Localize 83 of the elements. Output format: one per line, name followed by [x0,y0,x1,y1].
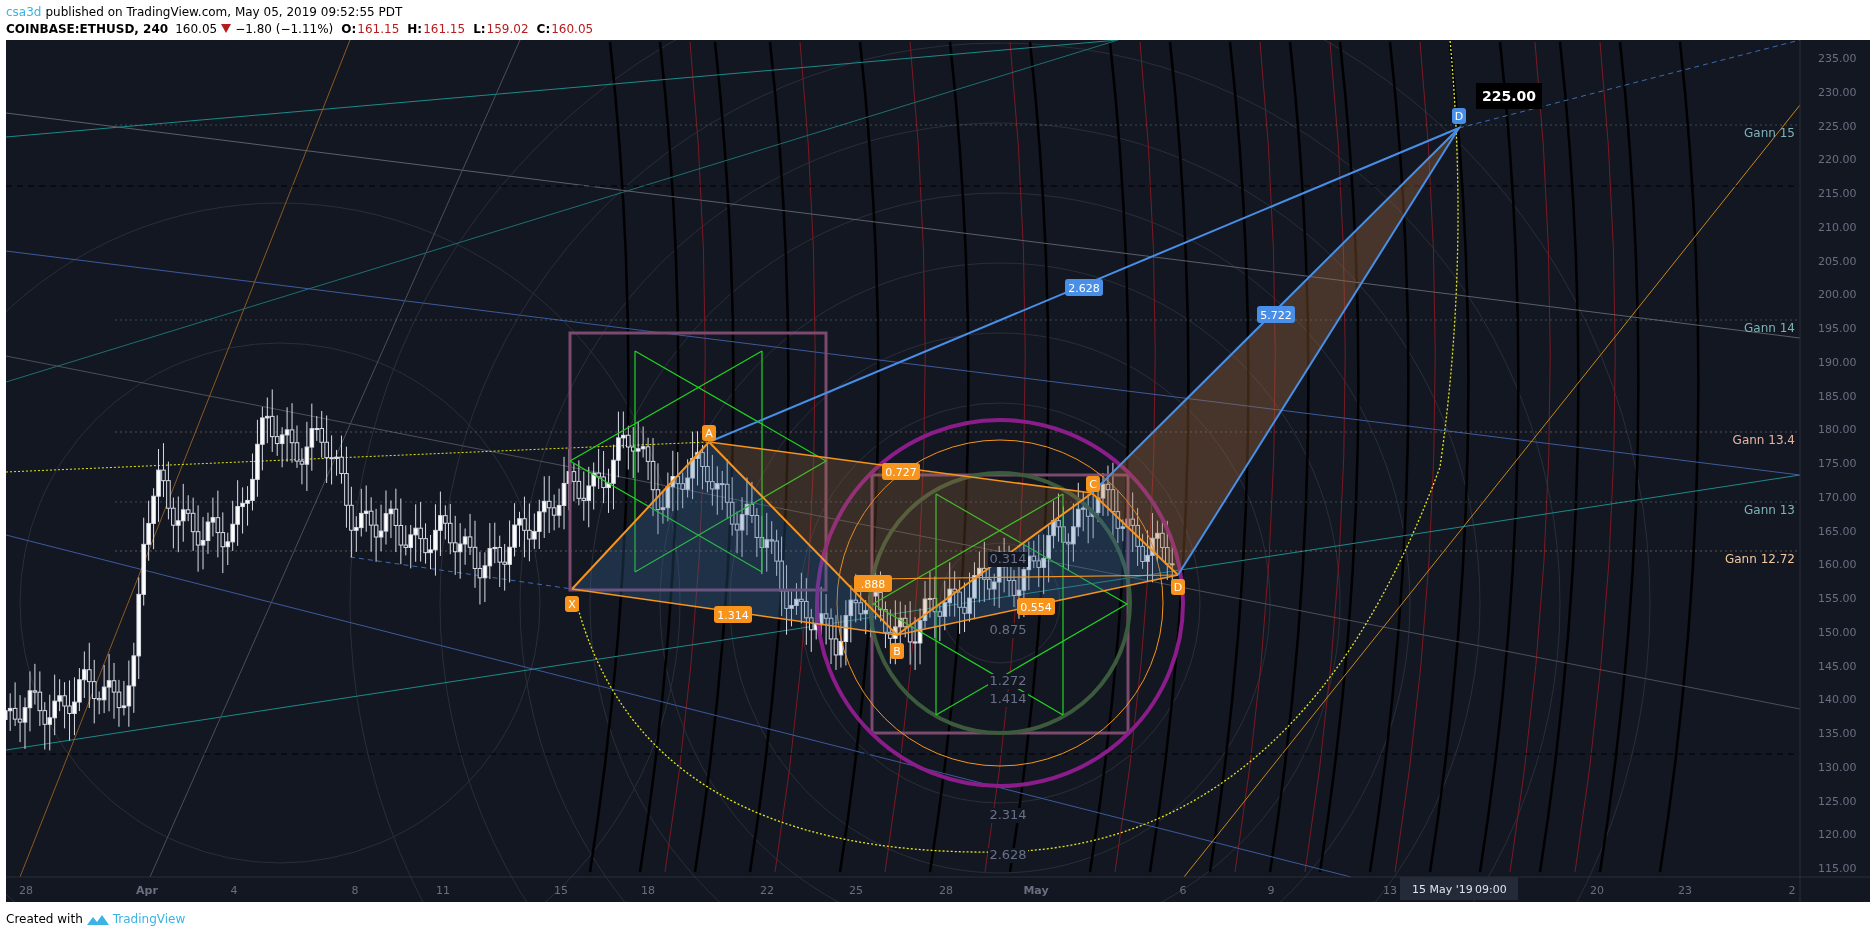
ratio-label: 0.554 [1017,598,1055,615]
pattern-point-label: C [1086,476,1100,492]
ohlc-label: H: [407,21,423,36]
gann-level-label: Gann 14 [1744,321,1795,335]
brand-link[interactable]: TradingView [112,912,186,926]
ohlc-label: C: [536,21,551,36]
fib-level-label: 0.875 [988,622,1028,638]
time-axis-label: 11 [436,884,450,897]
price-axis-label: 195.00 [1818,322,1857,335]
pattern-point-label: X [565,596,579,612]
price-axis-label: 120.00 [1818,828,1857,842]
time-axis-label: 4 [230,884,238,897]
fib-level-label: 2.628 [988,847,1028,863]
time-axis-label: Apr [136,884,158,897]
price-axis-label: 235.00 [1818,52,1857,65]
price-axis-label: 165.00 [1818,524,1857,538]
fib-level-label: 0.314 [988,551,1028,567]
price-axis-label: 130.00 [1818,760,1857,774]
time-axis-label: 23 [1678,884,1692,897]
price-axis-label: 205.00 [1818,254,1857,268]
pattern-point-label: B [890,643,904,659]
price-axis-label: 230.00 [1818,85,1857,99]
time-axis-label: 28 [939,884,953,897]
gann-level-label: Gann 13.4 [1732,433,1795,447]
ohlc-value: 161.15 [357,21,400,36]
price-axis-label: 185.00 [1818,389,1857,403]
footer-text: Created with [6,912,83,926]
fib-level-label: 1.272 [988,673,1028,689]
gann-level-label: Gann 15 [1744,126,1795,140]
ratio-label: 2.628 [1065,279,1103,296]
ratio-label: .888 [854,575,892,592]
time-axis-label: 13 [1383,884,1397,897]
price-axis-label: 140.00 [1818,693,1857,707]
ohlc-label: O: [341,21,357,36]
pattern-point-label: D [1171,579,1185,595]
down-triangle-icon [221,24,232,33]
last-price: 160.05 [175,21,218,36]
price-axis-label: 175.00 [1818,457,1857,470]
price-axis-label: 180.00 [1818,423,1857,437]
author-link[interactable]: csa3d [6,4,42,19]
publish-info: published on TradingView.com, May 05, 2019 09:52:55 PDT [45,4,403,19]
ratio-label: 0.727 [882,463,920,480]
price-axis-label: 190.00 [1818,355,1857,369]
price-axis-label: 135.00 [1818,727,1857,740]
time-axis-label: 20 [1590,884,1604,897]
time-axis-label: 22 [760,884,774,897]
time-axis-label: 18 [641,884,655,897]
price-axis-label: 170.00 [1818,490,1857,504]
crosshair-time-tag: 15 May '19 09:00 [1400,877,1518,900]
price-axis-label: 225.00 [1818,119,1857,133]
pattern-point-label: A [702,425,716,441]
time-axis-label: 28 [19,884,33,897]
gann-level-label: Gann 12.72 [1724,552,1795,566]
time-axis-label: 2 [1788,884,1796,897]
pattern-point-label: D [1452,108,1466,124]
price-axis-label: 150.00 [1818,625,1857,639]
fib-level-label: 2.314 [988,807,1028,823]
gann-level-label: Gann 13 [1744,503,1795,517]
time-axis-label: 9 [1267,884,1275,897]
price-axis-label: 125.00 [1818,794,1857,808]
price-axis-label: 210.00 [1818,220,1857,234]
price-axis-label: 115.00 [1818,862,1857,875]
time-axis-label: 8 [351,884,359,897]
time-axis-label: 6 [1179,884,1187,897]
ratio-label: 5.722 [1257,306,1295,323]
time-axis-label: 25 [849,884,863,897]
symbol-label: COINBASE:ETHUSD, 240 [6,21,169,36]
time-axis-label: 15 [554,884,568,897]
ohlc-value: 161.15 [423,21,466,36]
time-axis-label: May [1023,884,1049,897]
price-change: −1.80 (−1.11%) [235,21,334,36]
price-axis-label: 155.00 [1818,592,1857,605]
price-tag: 225.00 [1476,83,1542,109]
ohlc-value: 159.02 [486,21,529,36]
ratio-label: 1.314 [714,606,752,623]
price-axis-label: 200.00 [1818,288,1857,302]
price-axis-label: 160.00 [1818,558,1857,572]
ohlc-value: 160.05 [551,21,594,36]
ohlc-label: L: [473,21,486,36]
price-axis-label: 220.00 [1818,153,1857,167]
fib-level-label: 1.414 [988,691,1028,707]
price-axis-label: 215.00 [1818,187,1857,200]
price-axis-label: 145.00 [1818,659,1857,673]
